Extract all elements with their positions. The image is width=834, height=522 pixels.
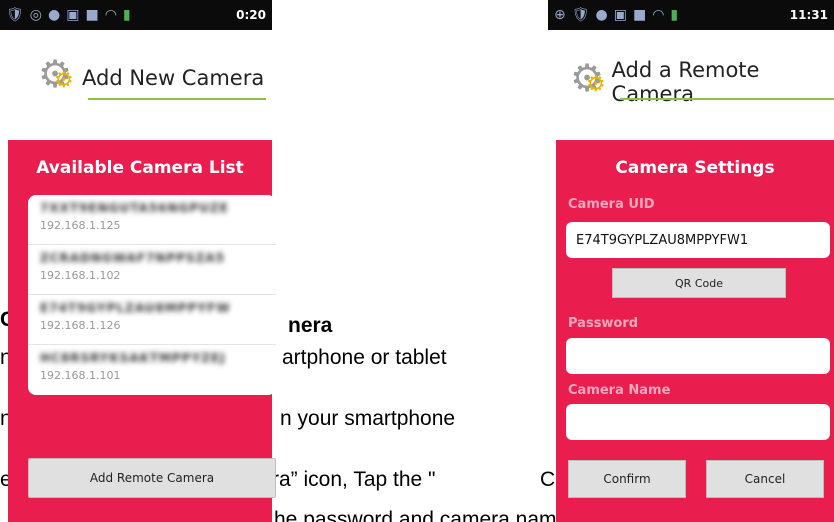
camera-uid-label: Camera UID bbox=[568, 197, 655, 212]
battery-icon: ▮ bbox=[670, 7, 679, 23]
panel-title: Available Camera List bbox=[36, 158, 244, 178]
usb-icon: ▣ bbox=[66, 7, 80, 23]
confirm-button[interactable]: Confirm bbox=[568, 460, 686, 498]
left-header: Add New Camera bbox=[38, 52, 265, 98]
wifi-icon: ◠ bbox=[104, 7, 117, 23]
camera-settings-panel: Camera Settings Camera UID QR Code Passw… bbox=[556, 140, 834, 522]
manual-line3-fragment-tail: C bbox=[540, 468, 556, 491]
manual-heading-fragment-right: nera bbox=[288, 314, 333, 337]
camera-ip: 192.168.1.102 bbox=[40, 269, 121, 282]
header-underline bbox=[88, 98, 266, 100]
add-remote-camera-button[interactable]: Add Remote Camera bbox=[28, 458, 276, 498]
status-time: 11:31 bbox=[789, 8, 828, 22]
camera-uid-input[interactable] bbox=[566, 222, 830, 258]
header-underline bbox=[620, 98, 834, 100]
password-label: Password bbox=[568, 316, 639, 331]
dot-icon: ● bbox=[48, 7, 61, 23]
camera-name-label: Camera Name bbox=[568, 383, 671, 398]
camera-list-item[interactable]: ZCRADNGWAF7NPPSZA5 192.168.1.102 bbox=[28, 245, 276, 295]
photo-icon: ■ bbox=[85, 7, 99, 23]
camera-name-input[interactable] bbox=[566, 404, 830, 440]
camera-ip: 192.168.1.101 bbox=[40, 369, 121, 382]
alert-icon: ◎ bbox=[29, 7, 42, 23]
cancel-button[interactable]: Cancel bbox=[706, 460, 824, 498]
battery-icon: ▮ bbox=[122, 7, 131, 23]
dot-icon: ● bbox=[595, 7, 608, 23]
camera-uid: HC8RSRYKSAKTMPPYZEJ bbox=[40, 351, 226, 365]
wifi-icon: ◠ bbox=[652, 7, 665, 23]
camera-uid: 7XXT9ENGUTA56NGPUZE bbox=[40, 201, 229, 215]
password-input[interactable] bbox=[566, 338, 830, 374]
camera-uid: ZCRADNGWAF7NPPSZA5 bbox=[40, 251, 226, 265]
page-title: Add New Camera bbox=[82, 66, 265, 90]
camera-ip: 192.168.1.126 bbox=[40, 319, 121, 332]
shield-icon: 🛡 bbox=[6, 7, 24, 23]
qr-code-button[interactable]: QR Code bbox=[612, 268, 786, 298]
camera-ip: 192.168.1.125 bbox=[40, 219, 121, 232]
usb-icon: ▣ bbox=[613, 7, 627, 23]
photo-icon: ■ bbox=[632, 7, 647, 23]
camera-list-item[interactable]: 7XXT9ENGUTA56NGPUZE 192.168.1.125 bbox=[28, 195, 276, 245]
shield-icon: 🛡 bbox=[571, 7, 590, 23]
gear-icon bbox=[570, 56, 608, 102]
manual-line2-fragment-right: n your smartphone bbox=[280, 407, 456, 430]
manual-line3-fragment-right: ra” icon, Tap the " bbox=[272, 468, 436, 491]
camera-list: 7XXT9ENGUTA56NGPUZE 192.168.1.125 ZCRADN… bbox=[28, 195, 276, 395]
right-status-bar: ⊕ 🛡 ● ▣ ■ ◠ ▮ 11:31 bbox=[548, 0, 834, 30]
camera-list-item[interactable]: E74T9GYPLZAU8MPPYFW 192.168.1.126 bbox=[28, 295, 276, 345]
gear-icon bbox=[38, 52, 78, 98]
manual-line1-fragment-right: artphone or tablet bbox=[282, 346, 447, 369]
left-status-bar: 🛡 ◎ ● ▣ ■ ◠ ▮ 0:20 bbox=[0, 0, 272, 30]
panel-title: Camera Settings bbox=[615, 158, 775, 178]
camera-uid: E74T9GYPLZAU8MPPYFW bbox=[40, 301, 231, 315]
add-icon: ⊕ bbox=[554, 7, 566, 23]
status-time: 0:20 bbox=[236, 8, 266, 22]
camera-list-item[interactable]: HC8RSRYKSAKTMPPYZEJ 192.168.1.101 bbox=[28, 345, 276, 395]
